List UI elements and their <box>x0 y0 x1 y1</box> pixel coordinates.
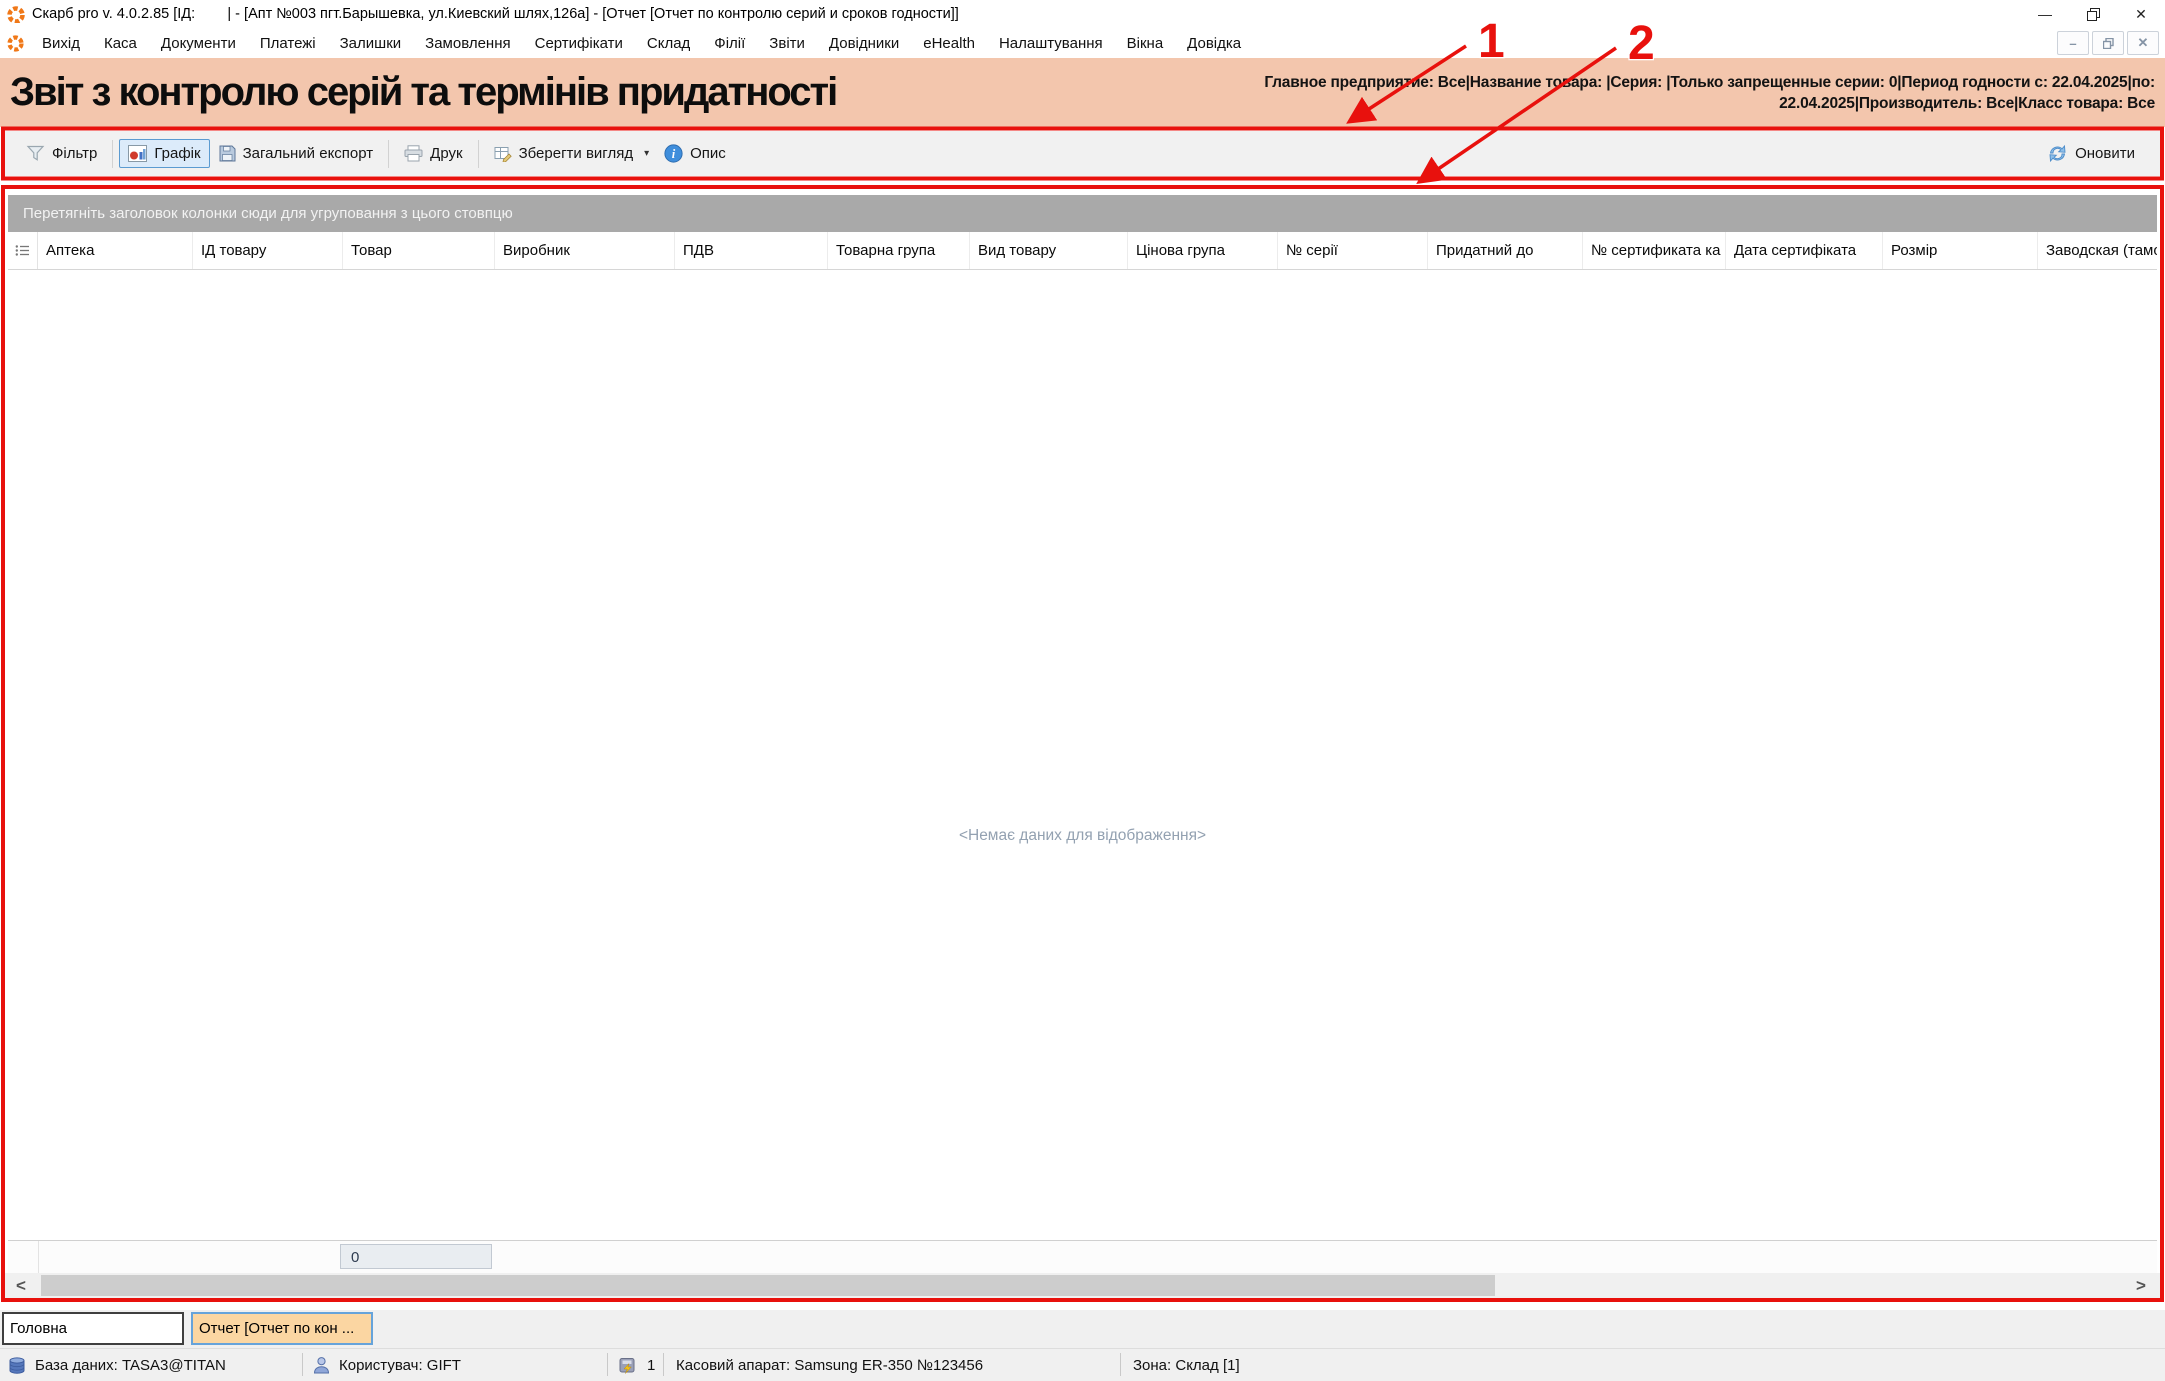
toolbar-separator <box>388 140 389 168</box>
minimize-button[interactable]: — <box>2021 0 2069 28</box>
grid-header-row: АптекаІД товаруТоварВиробникПДВТоварна г… <box>8 232 2157 270</box>
window-tab[interactable]: Отчет [Отчет по кон ... <box>191 1312 373 1345</box>
app-logo-icon <box>7 5 25 23</box>
close-button[interactable]: ✕ <box>2117 0 2165 28</box>
database-status: База даних: TASA3@TITAN <box>8 1349 226 1381</box>
mdi-restore-button[interactable] <box>2092 31 2124 55</box>
grid-column-header[interactable]: Заводская (тамож <box>2038 232 2157 269</box>
grid-column-header[interactable]: Придатний до <box>1428 232 1583 269</box>
grid-column-header[interactable]: Розмір <box>1883 232 2038 269</box>
status-separator <box>302 1353 303 1376</box>
menu-item[interactable]: eHealth <box>911 31 987 56</box>
grid-body[interactable]: <Немає даних для відображення> <box>8 271 2157 1238</box>
report-filter-summary: Главное предприятие: Все|Название товара… <box>1264 72 2155 114</box>
svg-text:i: i <box>672 147 676 161</box>
device-count-status: 1 <box>618 1349 655 1381</box>
filter-funnel-icon <box>26 145 45 162</box>
export-button[interactable]: Загальний експорт <box>210 139 383 168</box>
scrollbar-thumb[interactable] <box>41 1275 1495 1296</box>
info-icon: i <box>664 144 683 163</box>
toolbar: Фільтр Графік Загальний експорт <box>5 131 2160 176</box>
mdi-controls: – ✕ <box>2057 31 2159 55</box>
summary-count-cell: 0 <box>340 1244 492 1269</box>
refresh-button[interactable]: Оновити <box>2038 138 2144 169</box>
report-header: Звіт з контролю серій та термінів придат… <box>0 58 2165 127</box>
list-icon <box>15 244 30 257</box>
mdi-minimize-button[interactable]: – <box>2057 31 2089 55</box>
menu-item[interactable]: Звіти <box>757 31 817 56</box>
menu-item[interactable]: Довідка <box>1175 31 1253 56</box>
app-window: Скарб pro v. 4.0.2.85 [ІД: | - [Апт №003… <box>0 0 2165 1380</box>
report-title: Звіт з контролю серій та термінів придат… <box>10 70 836 115</box>
menu-item[interactable]: Каса <box>92 31 149 56</box>
chart-icon <box>128 145 147 162</box>
mdi-close-button[interactable]: ✕ <box>2127 31 2159 55</box>
chart-button[interactable]: Графік <box>119 139 209 168</box>
report-grid: Перетягніть заголовок колонки сюди для у… <box>5 190 2160 1298</box>
menu-item[interactable]: Налаштування <box>987 31 1115 56</box>
app-logo-icon-small <box>7 35 24 52</box>
print-button[interactable]: Друк <box>395 139 471 168</box>
description-button[interactable]: i Опис <box>655 138 735 169</box>
save-view-dropdown-caret[interactable]: ▾ <box>642 148 655 159</box>
refresh-icon <box>2047 144 2068 163</box>
grid-column-header[interactable]: Аптека <box>38 232 193 269</box>
window-tab[interactable]: Головна <box>2 1312 184 1345</box>
menu-item[interactable]: Вихід <box>30 31 92 56</box>
floppy-save-icon <box>219 145 236 162</box>
horizontal-scrollbar[interactable]: < > <box>5 1273 2160 1298</box>
menu-item[interactable]: Сертифікати <box>523 31 635 56</box>
no-data-message: <Немає даних для відображення> <box>959 827 1206 845</box>
window-title: Скарб pro v. 4.0.2.85 [ІД: | - [Апт №003… <box>32 6 959 22</box>
grid-column-header[interactable]: № сертификата ка <box>1583 232 1726 269</box>
user-icon <box>313 1356 330 1375</box>
group-by-bar[interactable]: Перетягніть заголовок колонки сюди для у… <box>8 195 2157 232</box>
menu-bar: ВихідКасаДокументиПлатежіЗалишкиЗамовлен… <box>0 28 2165 58</box>
status-separator <box>607 1353 608 1376</box>
status-separator <box>1120 1353 1121 1376</box>
menu-item[interactable]: Залишки <box>328 31 414 56</box>
cash-register-status: Касовий апарат: Samsung ER-350 №123456 <box>676 1349 983 1381</box>
restore-icon <box>2087 8 2100 21</box>
save-view-icon <box>494 145 512 162</box>
filter-button[interactable]: Фільтр <box>17 139 106 168</box>
user-status: Користувач: GIFT <box>313 1349 461 1381</box>
database-icon <box>8 1356 26 1375</box>
grid-column-header[interactable]: № серії <box>1278 232 1428 269</box>
grid-summary-row: 0 <box>8 1240 2157 1273</box>
restore-button[interactable] <box>2069 0 2117 28</box>
menu-item[interactable]: Склад <box>635 31 702 56</box>
menu-item[interactable]: Довідники <box>817 31 911 56</box>
grid-column-header[interactable]: Вид товару <box>970 232 1128 269</box>
summary-divider <box>38 1241 39 1273</box>
status-separator <box>663 1353 664 1376</box>
grid-column-header[interactable]: Цінова група <box>1128 232 1278 269</box>
toolbar-separator <box>478 140 479 168</box>
save-view-button[interactable]: Зберегти вигляд <box>485 139 643 168</box>
status-bar: База даних: TASA3@TITAN Користувач: GIFT… <box>0 1348 2165 1380</box>
scroll-right-button[interactable]: > <box>2128 1275 2154 1296</box>
zone-status: Зона: Склад [1] <box>1133 1349 1240 1381</box>
grid-column-header[interactable]: ПДВ <box>675 232 828 269</box>
main-menu: ВихідКасаДокументиПлатежіЗалишкиЗамовлен… <box>30 31 1253 56</box>
title-bar: Скарб pro v. 4.0.2.85 [ІД: | - [Апт №003… <box>0 0 2165 28</box>
menu-item[interactable]: Замовлення <box>413 31 522 56</box>
grid-column-header[interactable]: ІД товару <box>193 232 343 269</box>
row-selector-header[interactable] <box>8 232 38 269</box>
grid-column-header[interactable]: Дата сертифіката <box>1726 232 1883 269</box>
grid-column-header[interactable]: Товарна група <box>828 232 970 269</box>
menu-item[interactable]: Документи <box>149 31 248 56</box>
menu-item[interactable]: Філії <box>702 31 757 56</box>
menu-item[interactable]: Платежі <box>248 31 328 56</box>
grid-columns: АптекаІД товаруТоварВиробникПДВТоварна г… <box>38 232 2157 269</box>
toolbar-separator <box>112 140 113 168</box>
menu-item[interactable]: Вікна <box>1115 31 1176 56</box>
cash-device-icon <box>618 1357 638 1374</box>
mdi-restore-icon <box>2103 38 2114 49</box>
scroll-left-button[interactable]: < <box>8 1275 34 1296</box>
grid-column-header[interactable]: Товар <box>343 232 495 269</box>
open-windows-tabs: ГоловнаОтчет [Отчет по кон ... <box>0 1310 2165 1348</box>
grid-column-header[interactable]: Виробник <box>495 232 675 269</box>
printer-icon <box>404 145 423 162</box>
